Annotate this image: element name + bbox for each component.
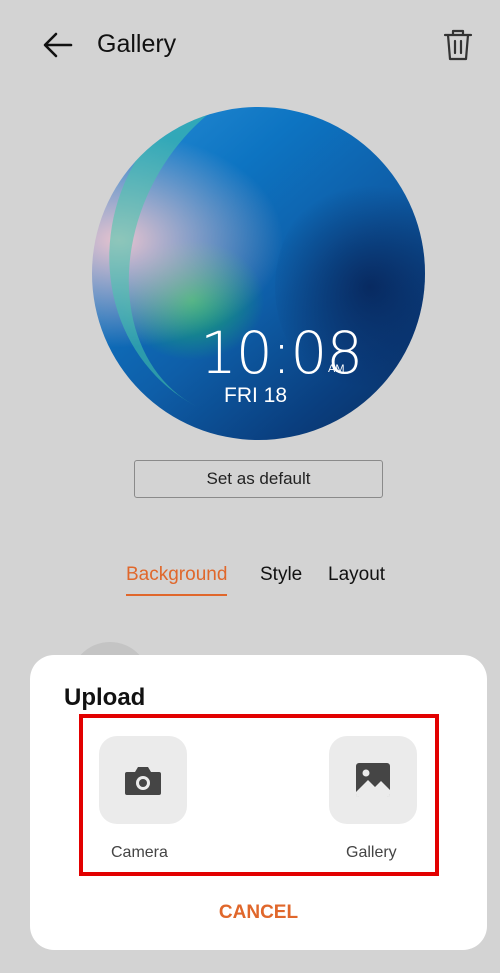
- watch-face-preview: 10:08 AM FRI 18: [92, 107, 425, 440]
- gallery-option[interactable]: Gallery: [329, 736, 429, 866]
- back-button[interactable]: [40, 27, 76, 63]
- gallery-label: Gallery: [346, 844, 397, 861]
- app-header: Gallery: [0, 0, 500, 90]
- delete-button[interactable]: [440, 26, 476, 64]
- tab-style[interactable]: Style: [260, 564, 302, 586]
- watch-ampm: AM: [328, 363, 345, 375]
- set-as-default-button[interactable]: Set as default: [134, 460, 383, 498]
- watch-date: FRI 18: [224, 384, 288, 407]
- image-icon: [356, 763, 390, 797]
- camera-tile[interactable]: [99, 736, 187, 824]
- watch-time: 10:08: [200, 319, 363, 387]
- camera-icon: [125, 767, 161, 795]
- page-title: Gallery: [97, 30, 177, 58]
- camera-label: Camera: [111, 844, 168, 861]
- gallery-tile[interactable]: [329, 736, 417, 824]
- camera-option[interactable]: Camera: [99, 736, 199, 866]
- upload-sheet-title: Upload: [64, 684, 146, 711]
- arrow-left-icon: [43, 32, 73, 58]
- cancel-button[interactable]: CANCEL: [30, 902, 487, 924]
- tab-layout[interactable]: Layout: [328, 564, 385, 586]
- tab-bar: Background Style Layout: [0, 564, 500, 604]
- upload-sheet: Upload Camera Gallery CANCEL: [30, 655, 487, 950]
- tab-background[interactable]: Background: [126, 564, 228, 596]
- trash-icon: [443, 29, 473, 61]
